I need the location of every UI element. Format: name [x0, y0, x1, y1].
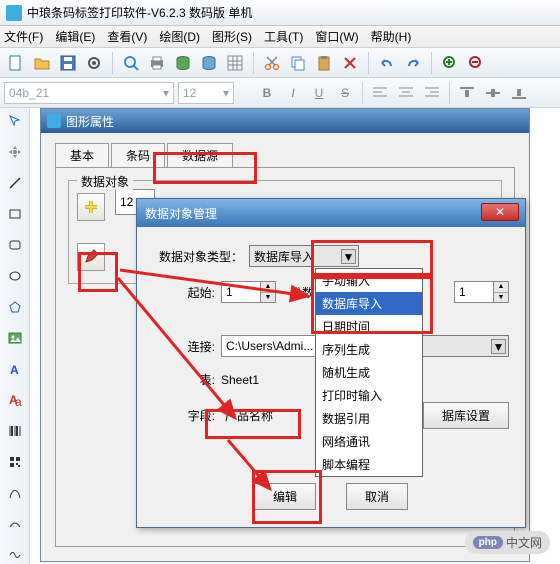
watermark: php中文网 [465, 531, 550, 554]
start-label: 起始: [153, 284, 215, 301]
menu-shape[interactable]: 图形(S) [212, 28, 252, 45]
side-toolbar: A Aa [0, 108, 30, 564]
table-label: 表: [153, 371, 215, 388]
cancel-button[interactable]: 取消 [346, 483, 408, 510]
menu-bar: 文件(F) 编辑(E) 查看(V) 绘图(D) 图形(S) 工具(T) 窗口(W… [0, 26, 560, 48]
paste-icon[interactable] [314, 53, 334, 73]
menu-draw[interactable]: 绘图(D) [159, 28, 200, 45]
dropdown-item[interactable]: 打印时输入 [316, 384, 422, 407]
polygon-icon[interactable] [5, 298, 25, 317]
roundrect-icon[interactable] [5, 236, 25, 255]
underline-icon[interactable]: U [308, 82, 330, 104]
strike-icon[interactable]: S [334, 82, 356, 104]
database2-icon[interactable] [199, 53, 219, 73]
database-icon[interactable] [173, 53, 193, 73]
tab-basic[interactable]: 基本 [55, 143, 109, 167]
main-toolbar [0, 48, 560, 78]
format-toolbar: 04b_21▾ 12▾ B I U S [0, 78, 560, 108]
save-icon[interactable] [58, 53, 78, 73]
dropdown-item[interactable]: 数据引用 [316, 407, 422, 430]
valign-middle-icon[interactable] [482, 82, 504, 104]
align-center-icon[interactable] [395, 82, 417, 104]
table-value: Sheet1 [221, 373, 259, 387]
richtext-icon[interactable]: Aa [5, 390, 25, 409]
properties-title: 图形属性 [66, 113, 114, 130]
new-icon[interactable] [6, 53, 26, 73]
copy-icon[interactable] [288, 53, 308, 73]
zoomout-icon[interactable] [466, 53, 486, 73]
tab-barcode[interactable]: 条码 [111, 143, 165, 167]
settings-icon[interactable] [84, 53, 104, 73]
edit-button[interactable]: 编辑 [254, 483, 316, 510]
font-combo[interactable]: 04b_21▾ [4, 82, 174, 104]
dropdown-arrow-icon[interactable]: ▼ [341, 249, 356, 264]
text-icon[interactable]: A [5, 360, 25, 379]
dropdown-item[interactable]: 网络通讯 [316, 430, 422, 453]
qrcode-icon[interactable] [5, 452, 25, 471]
print-icon[interactable] [147, 53, 167, 73]
align-left-icon[interactable] [369, 82, 391, 104]
type-label: 数据对象类型： [153, 248, 243, 265]
ellipse-icon[interactable] [5, 267, 25, 286]
edit-pencil-button[interactable] [77, 243, 105, 271]
italic-icon[interactable]: I [282, 82, 304, 104]
grid-icon[interactable] [225, 53, 245, 73]
dbset-button[interactable]: 据库设置 [423, 402, 509, 429]
valign-bottom-icon[interactable] [508, 82, 530, 104]
dropdown-item[interactable]: 日期时间 [316, 315, 422, 338]
barcode-icon[interactable] [5, 421, 25, 440]
align-right-icon[interactable] [421, 82, 443, 104]
delete-icon[interactable] [340, 53, 360, 73]
menu-edit[interactable]: 编辑(E) [55, 28, 95, 45]
app-title-bar: 中琅条码标签打印软件-V6.2.3 数码版 单机 [0, 0, 560, 26]
dropdown-item[interactable]: 序列生成 [316, 338, 422, 361]
menu-tool[interactable]: 工具(T) [264, 28, 303, 45]
menu-file[interactable]: 文件(F) [4, 28, 43, 45]
connect-select[interactable]: ▼ [415, 335, 509, 357]
dropdown-item[interactable]: 随机生成 [316, 361, 422, 384]
dropdown-item[interactable]: 手动输入 [316, 269, 422, 292]
app-icon [6, 5, 22, 21]
preview-icon[interactable] [121, 53, 141, 73]
rect-icon[interactable] [5, 205, 25, 224]
count-label: 份数 [290, 284, 314, 301]
cut-icon[interactable] [262, 53, 282, 73]
menu-window[interactable]: 窗口(W) [315, 28, 358, 45]
open-icon[interactable] [32, 53, 52, 73]
arc-icon[interactable] [5, 514, 25, 533]
type-select[interactable]: 数据库导入 ▼ [249, 245, 359, 267]
close-button[interactable]: ✕ [481, 203, 519, 221]
field-label: 字段: [153, 407, 215, 424]
connect-label: 连接: [153, 338, 215, 355]
start-spinner[interactable]: 1 ▲▼ [221, 281, 276, 303]
add-button[interactable] [77, 193, 105, 221]
line-icon[interactable] [5, 174, 25, 193]
zoomin-icon[interactable] [440, 53, 460, 73]
bold-icon[interactable]: B [256, 82, 278, 104]
valign-top-icon[interactable] [456, 82, 478, 104]
group-label: 数据对象 [77, 173, 133, 190]
dropdown-item[interactable]: 脚本编程 [316, 453, 422, 476]
svg-text:a: a [15, 395, 22, 407]
dialog-titlebar[interactable]: 数据对象管理 ✕ [137, 199, 525, 227]
type-dropdown-list[interactable]: 手动输入 数据库导入 日期时间 序列生成 随机生成 打印时输入 数据引用 网络通… [315, 268, 423, 477]
svg-text:A: A [10, 363, 19, 376]
window-icon [47, 114, 61, 128]
curve-icon[interactable] [5, 545, 25, 564]
scroll-icon[interactable] [5, 143, 25, 162]
bezier-icon[interactable] [5, 483, 25, 502]
app-title: 中琅条码标签打印软件-V6.2.3 数码版 单机 [27, 4, 252, 21]
image-icon[interactable] [5, 329, 25, 348]
undo-icon[interactable] [377, 53, 397, 73]
dropdown-item[interactable]: 数据库导入 [316, 292, 422, 315]
redo-icon[interactable] [403, 53, 423, 73]
dialog-title: 数据对象管理 [145, 205, 217, 222]
pointer-icon[interactable] [5, 112, 25, 131]
menu-help[interactable]: 帮助(H) [371, 28, 412, 45]
menu-view[interactable]: 查看(V) [107, 28, 147, 45]
size-combo[interactable]: 12▾ [178, 82, 234, 104]
properties-titlebar[interactable]: 图形属性 [41, 109, 529, 133]
count-spinner[interactable]: 1 ▲▼ [454, 281, 509, 303]
tab-datasrc[interactable]: 数据源 [167, 143, 233, 167]
